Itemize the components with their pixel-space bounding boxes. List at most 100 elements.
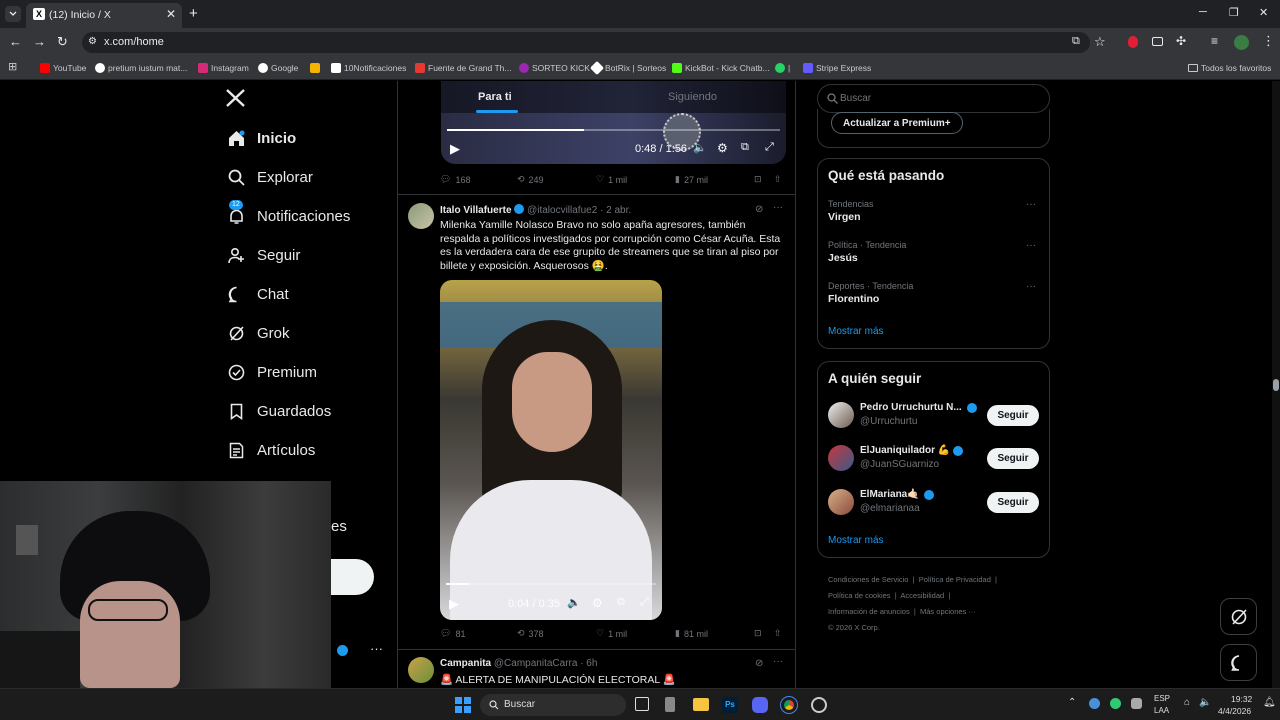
windows-start-icon[interactable] <box>455 697 471 713</box>
reply-button[interactable]: 💬︎ 168 <box>440 174 470 185</box>
play-icon[interactable]: ▶ <box>449 596 459 612</box>
clock-time[interactable]: 19:32 <box>1231 694 1252 704</box>
fullscreen-icon[interactable]: ⤢ <box>640 596 649 609</box>
trend-item[interactable]: Tendencias Virgen ··· <box>828 199 1038 223</box>
bookmark-youtube[interactable]: YouTube <box>40 61 86 75</box>
star-icon[interactable]: ☆ <box>1094 34 1106 50</box>
footer-link[interactable]: Más opciones ··· <box>920 607 976 616</box>
chat-float-button[interactable] <box>1220 644 1257 681</box>
tab-following[interactable]: Siguiendo <box>668 91 717 103</box>
notification-center-icon[interactable]: 🔔︎ <box>1263 697 1276 708</box>
tweet-time[interactable]: · 2 abr. <box>600 205 631 216</box>
site-info-icon[interactable]: ⚙ <box>88 36 97 47</box>
reply-button[interactable]: 💬︎ 81 <box>440 628 465 639</box>
share-button[interactable]: ⇧ <box>774 628 782 639</box>
follow-button[interactable]: Seguir <box>987 448 1039 469</box>
follow-name[interactable]: ElMariana🤙🏻 <box>860 489 920 500</box>
forward-icon[interactable]: → <box>33 34 46 49</box>
bookmark-kickbot[interactable]: KickBot - Kick Chatb... <box>672 61 770 75</box>
bookmark-instagram[interactable]: Instagram <box>198 61 249 75</box>
follow-avatar[interactable] <box>828 445 854 471</box>
bookmark-botrix[interactable]: BotRix | Sorteos <box>589 60 666 76</box>
file-explorer-icon[interactable] <box>693 698 709 711</box>
grok-icon[interactable]: ⊘ <box>755 204 763 215</box>
views-button[interactable]: ▮ 27 mil <box>675 174 708 185</box>
author-handle[interactable]: @CampanitaCarra <box>494 658 578 669</box>
repost-button[interactable]: ⟲ 249 <box>517 174 544 185</box>
minimize-icon[interactable]: ─ <box>1199 6 1207 18</box>
chrome-icon[interactable] <box>780 696 798 714</box>
install-app-icon[interactable]: ⧉ <box>1072 35 1080 48</box>
pip-icon[interactable]: ⧉ <box>617 596 625 609</box>
bookmark-10notificaciones[interactable]: 10Notificaciones <box>331 61 406 75</box>
follow-avatar[interactable] <box>828 402 854 428</box>
bookmark-button[interactable]: ⊡ <box>754 174 762 185</box>
settings-icon[interactable]: ⚙ <box>592 596 603 610</box>
discord-icon[interactable] <box>752 697 768 713</box>
nav-premium[interactable]: Premium <box>227 357 317 387</box>
close-icon[interactable]: ✕ <box>166 7 176 21</box>
nav-home[interactable]: Inicio <box>227 123 296 153</box>
play-icon[interactable]: ▶ <box>450 141 460 157</box>
nav-articles[interactable]: Artículos <box>227 435 315 465</box>
language-indicator[interactable]: ESP <box>1154 694 1170 703</box>
tab-for-you[interactable]: Para ti <box>478 91 512 103</box>
x-logo[interactable] <box>226 89 246 109</box>
scrollbar-thumb[interactable] <box>1273 379 1279 391</box>
address-bar[interactable]: ⚙ x.com/home ⧉ <box>82 32 1090 53</box>
views-button[interactable]: ▮ 81 mil <box>675 628 708 639</box>
browser-tab[interactable]: X (12) Inicio / X ✕ <box>26 3 182 28</box>
author-name[interactable]: Italo Villafuerte <box>440 205 512 216</box>
window-close-icon[interactable]: ✕ <box>1259 6 1268 19</box>
taskbar-search[interactable]: Buscar <box>480 694 626 716</box>
follow-button[interactable]: Seguir <box>987 492 1039 513</box>
widget-icon[interactable] <box>665 697 675 712</box>
account-switcher-partial[interactable]: ··· <box>330 641 390 665</box>
pip-icon[interactable]: ⧉ <box>741 141 749 154</box>
restore-icon[interactable]: ❐ <box>1229 6 1239 19</box>
share-button[interactable]: ⇧ <box>774 174 782 185</box>
photoshop-icon[interactable]: Ps <box>722 697 738 713</box>
trend-item[interactable]: Deportes · Tendencia Florentino ··· <box>828 281 1038 305</box>
tweet-time[interactable]: · 6h <box>580 658 597 669</box>
grok-float-button[interactable] <box>1220 598 1257 635</box>
like-button[interactable]: ♡ 1 mil <box>596 628 627 639</box>
all-bookmarks[interactable]: Todos los favoritos <box>1188 61 1271 75</box>
profile-avatar[interactable] <box>1234 35 1249 50</box>
premium-button[interactable]: Actualizar a Premium+ <box>831 112 963 134</box>
more-icon[interactable]: ··· <box>1026 199 1036 210</box>
bookmark-generic[interactable] <box>310 61 320 75</box>
avatar[interactable] <box>408 657 434 683</box>
show-more-link[interactable]: Mostrar más <box>828 326 884 337</box>
bookmark-fuente[interactable]: Fuente de Grand Th... <box>415 61 511 75</box>
volume-icon[interactable]: 🔈 <box>567 596 581 609</box>
bookmark-stripe[interactable]: Stripe Express <box>803 61 871 75</box>
puzzle-icon[interactable]: ✣ <box>1176 34 1186 48</box>
trend-item[interactable]: Política · Tendencia Jesús ··· <box>828 240 1038 264</box>
more-icon[interactable]: ··· <box>773 656 783 667</box>
video-progress-track[interactable] <box>447 129 780 131</box>
app-icon[interactable] <box>811 697 827 713</box>
author-handle[interactable]: @italocvillafue2 <box>527 205 597 216</box>
tray-icon[interactable] <box>1089 698 1100 709</box>
more-icon[interactable]: ··· <box>773 202 783 213</box>
network-icon[interactable]: ⌂ <box>1184 697 1190 708</box>
clock-date[interactable]: 4/4/2026 <box>1218 706 1251 716</box>
nav-notifications[interactable]: 12 Notificaciones <box>227 200 350 231</box>
volume-icon[interactable]: 🔈 <box>1199 697 1211 708</box>
show-more-link[interactable]: Mostrar más <box>828 535 884 546</box>
follow-name[interactable]: Pedro Urruchurtu N... <box>860 402 962 413</box>
follow-name[interactable]: ElJuaniquilador 💪 <box>860 445 950 456</box>
bookmark-whatsapp[interactable]: | <box>775 61 790 75</box>
like-button[interactable]: ♡ 1 mil <box>596 174 627 185</box>
author-name[interactable]: Campanita <box>440 658 491 669</box>
bookmark-pretium[interactable]: pretium iustum mat... <box>95 61 187 75</box>
footer-link[interactable]: Condiciones de Servicio <box>828 575 908 584</box>
task-view-icon[interactable] <box>635 697 649 711</box>
nav-follow[interactable]: Seguir <box>227 240 300 270</box>
menu-icon[interactable]: ⋮ <box>1262 33 1275 49</box>
reading-list-icon[interactable]: ≡ <box>1211 34 1218 48</box>
video-progress-track[interactable] <box>446 583 656 585</box>
apps-icon[interactable]: ⊞ <box>8 60 17 73</box>
footer-link[interactable]: Política de Privacidad <box>919 575 991 584</box>
